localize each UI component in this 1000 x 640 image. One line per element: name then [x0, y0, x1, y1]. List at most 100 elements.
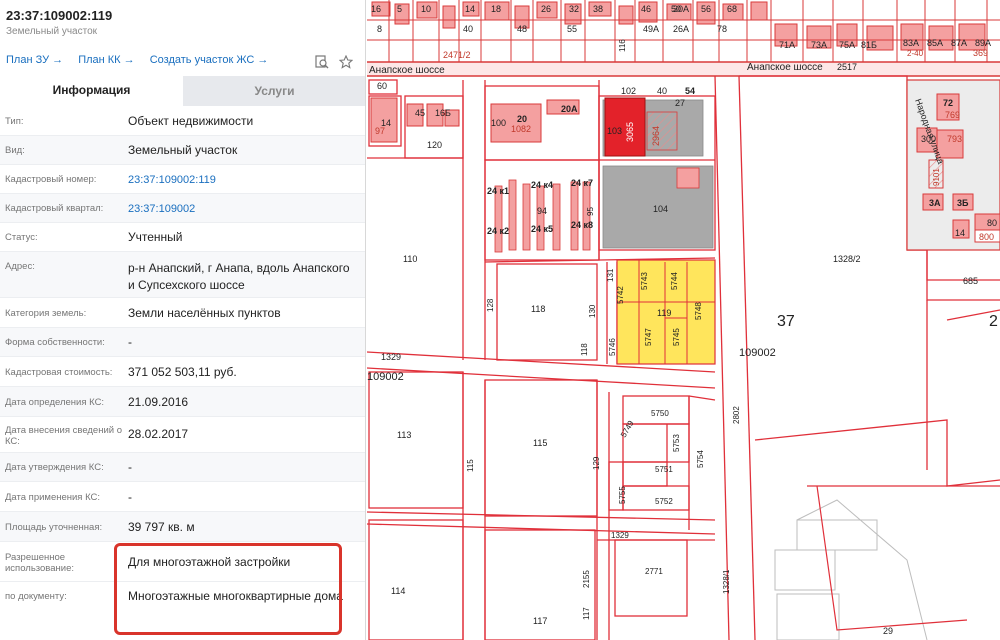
svg-text:24 к8: 24 к8 — [571, 220, 593, 230]
svg-text:5752: 5752 — [655, 497, 673, 506]
row-label: Дата определения КС: — [5, 397, 105, 408]
cad-number-link[interactable]: 23:37:109002:119 — [128, 172, 358, 189]
svg-text:2517: 2517 — [837, 62, 857, 72]
svg-text:27: 27 — [675, 98, 685, 108]
cadastral-map[interactable]: 16 5 10 14 18 26 32 38 46 50 56 8 40 48 … — [367, 0, 1000, 640]
row-label: Статус: — [5, 232, 38, 243]
cad-quarter-link[interactable]: 23:37:109002 — [128, 201, 358, 218]
svg-text:20: 20 — [517, 114, 527, 124]
svg-text:685: 685 — [963, 276, 978, 286]
svg-text:85А: 85А — [927, 38, 943, 48]
svg-text:5749: 5749 — [619, 419, 636, 439]
residential-blocks — [494, 179, 591, 253]
table-row: Форма собственности: - — [0, 328, 365, 357]
svg-text:1082: 1082 — [511, 124, 531, 134]
row-label: Кадастровый номер: — [5, 174, 97, 185]
row-value: - — [128, 335, 132, 349]
svg-text:115: 115 — [466, 459, 475, 472]
create-zs-link[interactable]: Создать участок ЖС → — [150, 54, 269, 66]
svg-text:3Б: 3Б — [957, 198, 969, 208]
svg-text:72: 72 — [943, 98, 953, 108]
svg-text:73А: 73А — [811, 40, 827, 50]
svg-text:16: 16 — [371, 4, 381, 14]
svg-text:100: 100 — [491, 118, 506, 128]
svg-text:5: 5 — [397, 4, 402, 14]
svg-text:38: 38 — [593, 4, 603, 14]
row-value: р-н Анапский, г Анапа, вдоль Анапского и… — [128, 261, 350, 292]
panel-header: 23:37:109002:119 Земельный участок — [0, 0, 365, 48]
svg-text:54: 54 — [685, 86, 695, 96]
row-label: Дата применения КС: — [5, 492, 101, 503]
table-row: Дата применения КС: - — [0, 482, 365, 512]
star-icon[interactable] — [339, 55, 353, 69]
svg-text:97: 97 — [375, 126, 385, 136]
tab-services[interactable]: Услуги — [183, 76, 365, 106]
svg-text:9101: 9101 — [932, 168, 941, 186]
svg-text:5744: 5744 — [670, 272, 679, 290]
row-label: Адрес: — [5, 261, 35, 272]
svg-text:95: 95 — [586, 207, 595, 216]
table-row: Адрес: р-н Анапский, г Анапа, вдоль Анап… — [0, 252, 365, 298]
svg-text:3А: 3А — [929, 198, 941, 208]
table-row: Категория земель: Земли населённых пункт… — [0, 298, 365, 328]
plan-zu-link[interactable]: План ЗУ → — [6, 54, 63, 66]
svg-text:2802: 2802 — [732, 406, 741, 424]
table-row: Дата утверждения КС: - — [0, 453, 365, 482]
svg-text:14: 14 — [955, 228, 965, 238]
row-value: Объект недвижимости — [128, 114, 254, 128]
svg-text:2471/2: 2471/2 — [443, 50, 471, 60]
search-document-icon[interactable] — [315, 55, 329, 69]
svg-text:369: 369 — [973, 48, 988, 58]
svg-text:40: 40 — [463, 24, 473, 34]
svg-text:24 к7: 24 к7 — [571, 178, 593, 188]
svg-text:89А: 89А — [975, 38, 991, 48]
svg-text:1329: 1329 — [381, 352, 401, 362]
svg-text:30А: 30А — [673, 4, 689, 14]
row-value: Земли населённых пунктов — [128, 306, 281, 320]
svg-text:1328/1: 1328/1 — [722, 569, 731, 594]
tab-info[interactable]: Информация — [0, 76, 183, 106]
svg-text:128: 128 — [486, 298, 495, 312]
svg-text:2: 2 — [989, 313, 998, 330]
svg-text:109002: 109002 — [739, 347, 776, 359]
svg-text:87А: 87А — [951, 38, 967, 48]
table-row: Тип: Объект недвижимости — [0, 107, 365, 136]
road-label: Анапское шоссе — [369, 65, 445, 76]
svg-text:793: 793 — [947, 134, 962, 144]
table-row: Дата внесения сведений о КС: 28.02.2017 — [0, 417, 365, 453]
row-value: Учтенный — [128, 230, 183, 244]
svg-text:29: 29 — [883, 626, 893, 636]
svg-text:68: 68 — [727, 4, 737, 14]
road-label: Анапское шоссе — [747, 62, 823, 73]
svg-text:26: 26 — [541, 4, 551, 14]
svg-text:40: 40 — [657, 86, 667, 96]
svg-text:5742: 5742 — [616, 286, 625, 304]
row-label: Кадастровый квартал: — [5, 203, 104, 214]
svg-text:800: 800 — [979, 232, 994, 242]
svg-text:1329: 1329 — [611, 531, 629, 540]
row-label: по документу: — [5, 591, 67, 602]
row-label: Дата внесения сведений о КС: — [5, 425, 122, 447]
svg-text:5746: 5746 — [608, 338, 617, 356]
svg-text:5743: 5743 — [640, 272, 649, 290]
table-row: Дата определения КС: 21.09.2016 — [0, 387, 365, 417]
svg-text:46: 46 — [641, 4, 651, 14]
svg-text:115: 115 — [533, 438, 547, 448]
buildings — [370, 97, 580, 143]
svg-text:1328/2: 1328/2 — [833, 254, 861, 264]
svg-text:24 к5: 24 к5 — [531, 224, 553, 234]
map-canvas[interactable]: 16 5 10 14 18 26 32 38 46 50 56 8 40 48 … — [367, 0, 1000, 640]
svg-text:20А: 20А — [561, 104, 578, 114]
svg-text:2155: 2155 — [582, 570, 591, 588]
svg-text:769: 769 — [945, 110, 960, 120]
row-value: - — [128, 490, 132, 504]
highlight-frame — [114, 543, 342, 635]
table-row: Вид: Земельный участок — [0, 136, 365, 165]
svg-text:32: 32 — [569, 4, 579, 14]
svg-text:55: 55 — [567, 24, 577, 34]
svg-text:117: 117 — [533, 616, 547, 626]
svg-text:103: 103 — [607, 126, 622, 136]
table-row: Площадь уточненная: 39 797 кв. м — [0, 512, 365, 542]
row-label: Площадь уточненная: — [5, 522, 103, 533]
plan-kk-link[interactable]: План КК → — [78, 54, 134, 66]
